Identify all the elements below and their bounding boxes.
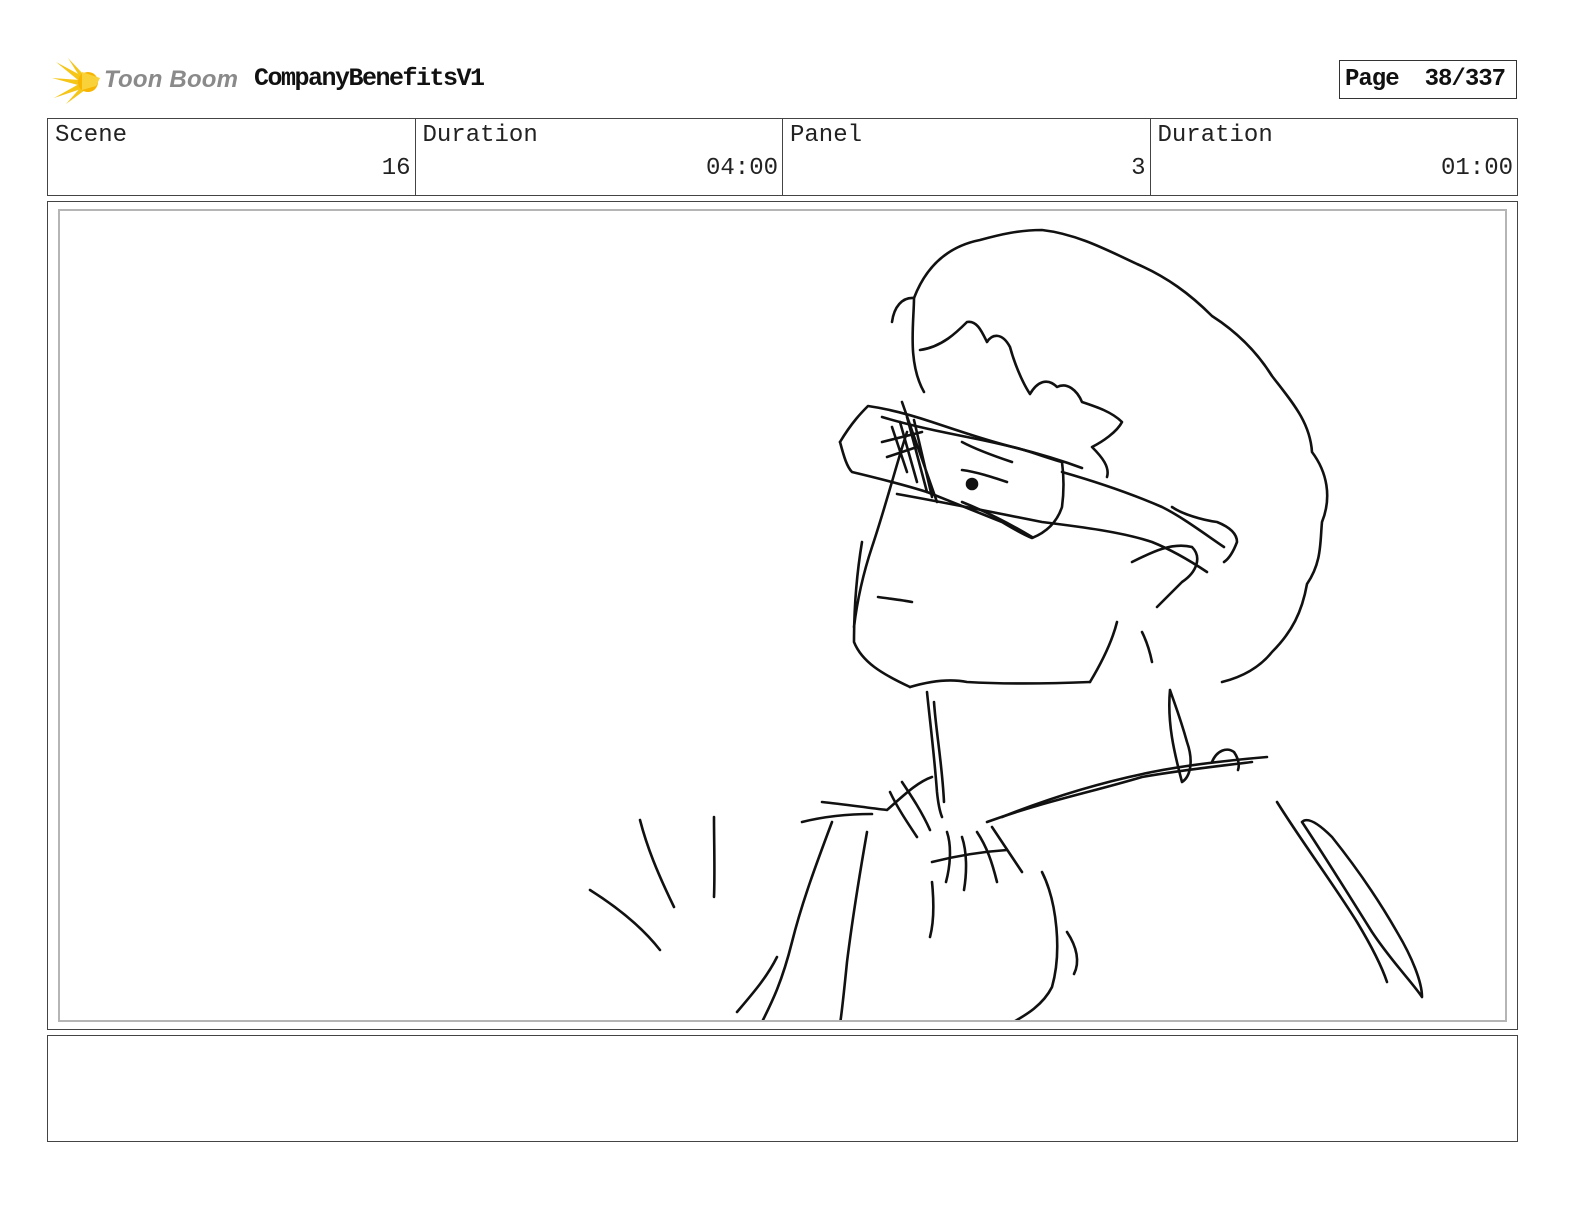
- scene-duration-label: Duration: [422, 122, 538, 149]
- eye-pupil: [965, 477, 979, 491]
- sketch-drawing: [588, 228, 1424, 1020]
- hand-cross: [930, 848, 1009, 864]
- scene-label: Scene: [55, 122, 128, 149]
- page-label: Page: [1345, 66, 1400, 93]
- jaw-right: [1088, 620, 1119, 684]
- torso-left2: [839, 830, 869, 1020]
- project-title: CompanyBenefitsV1: [254, 64, 485, 93]
- starburst-icon: [52, 58, 100, 104]
- mouth: [876, 595, 914, 604]
- scene-info-table: Scene 16 Duration 04:00 Panel 3 Duration…: [47, 118, 1518, 196]
- storyboard-drawing: [58, 209, 1507, 1022]
- torso-mid: [928, 880, 935, 939]
- jaw: [908, 679, 1092, 689]
- panel-duration-value: 01:00: [1440, 155, 1513, 182]
- right-arm: [1275, 800, 1389, 984]
- hair-outline: [912, 228, 1329, 684]
- ear-mark: [1140, 630, 1154, 664]
- scene-value: 16: [381, 155, 411, 182]
- ear: [1130, 544, 1199, 609]
- hair-inner: [890, 296, 926, 394]
- scene-duration-cell: Duration 04:00: [414, 119, 783, 195]
- hand-fingers: [944, 825, 1024, 892]
- torso-left: [761, 820, 834, 1020]
- logo-text: Toon Boom: [104, 66, 239, 93]
- notes-box: [47, 1035, 1518, 1142]
- panel-cell: Panel 3: [782, 119, 1150, 195]
- toon-boom-logo: Toon Boom: [52, 56, 242, 106]
- page-number: 38/337: [1424, 66, 1506, 93]
- hair-fringe: [918, 320, 1124, 479]
- motion-line-1: [588, 888, 662, 952]
- glasses-arm: [1060, 470, 1226, 549]
- torso-fold: [1065, 930, 1079, 976]
- motion-line-2: [638, 818, 676, 909]
- panel-duration-cell: Duration 01:00: [1149, 119, 1518, 195]
- page-indicator: Page 38/337: [1339, 60, 1517, 99]
- panel-label: Panel: [790, 122, 863, 149]
- torso-right: [1014, 870, 1059, 1020]
- scene-cell: Scene 16: [48, 119, 415, 195]
- panel-duration-label: Duration: [1157, 122, 1273, 149]
- collar-left2: [800, 812, 874, 824]
- right-arm-fold: [1300, 818, 1424, 999]
- glasses-lens: [838, 440, 1065, 540]
- scene-duration-value: 04:00: [705, 155, 778, 182]
- panel-value: 3: [1131, 155, 1146, 182]
- face-outline: [852, 540, 912, 689]
- shoulder-line2: [985, 760, 1254, 824]
